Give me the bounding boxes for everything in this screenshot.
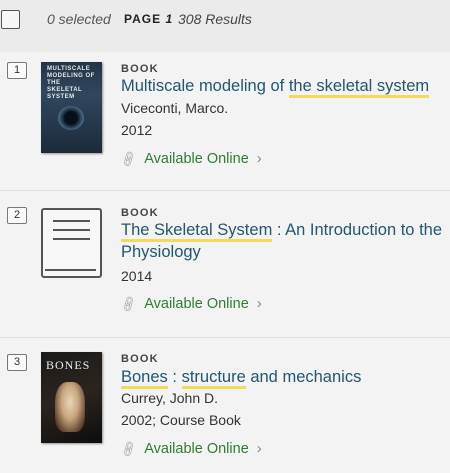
chevron-right-icon: ›	[256, 295, 262, 312]
result-title-link[interactable]: Bones : structure and mechanics	[121, 366, 362, 389]
link-icon: 🔗︎	[118, 438, 139, 459]
results-count: 308 Results	[178, 11, 252, 27]
book-placeholder-icon[interactable]	[41, 208, 102, 278]
availability-link[interactable]: 🔗︎ Available Online ›	[118, 293, 262, 314]
availability-text: Available Online	[144, 440, 249, 457]
title-text: and mechanics	[245, 368, 362, 386]
result-date: 2002; Course Book	[121, 412, 241, 428]
title-text: : An Introduction to the	[272, 221, 443, 239]
cover-art	[55, 382, 85, 432]
result-item: 2 BOOK The Skeletal System : An Introduc…	[0, 191, 450, 337]
book-cover-image[interactable]: MULTISCALE MODELING OF THE SKELETAL SYST…	[41, 62, 102, 153]
result-date: 2012	[121, 122, 153, 138]
cover-title: BONES	[46, 358, 91, 372]
title-text-line2: Physiology	[121, 243, 201, 261]
resource-type: BOOK	[121, 353, 159, 365]
result-author: Currey, John D.	[121, 390, 218, 406]
resource-type: BOOK	[121, 207, 159, 219]
result-item: 3 BONES BOOK Bones : structure and mecha…	[0, 338, 450, 473]
result-index: 2	[7, 207, 27, 224]
title-highlight: Bones	[121, 368, 168, 389]
result-title-link[interactable]: Multiscale modeling of the skeletal syst…	[121, 75, 430, 98]
title-highlight: The Skeletal System	[121, 221, 273, 242]
result-title-link[interactable]: The Skeletal System : An Introduction to…	[121, 219, 442, 263]
title-text: Multiscale modeling of	[121, 77, 289, 95]
results-toolbar: 0 selected PAGE 1 308 Results	[0, 0, 450, 52]
chevron-right-icon: ›	[256, 440, 262, 457]
title-highlight: the skeletal system	[288, 77, 430, 98]
title-highlight: structure	[181, 368, 246, 389]
chevron-right-icon: ›	[256, 150, 262, 167]
link-icon: 🔗︎	[118, 148, 139, 169]
cover-title: MULTISCALE MODELING OF THE SKELETAL SYST…	[47, 66, 95, 100]
page-label: PAGE	[124, 12, 162, 26]
title-text: :	[167, 368, 182, 386]
availability-text: Available Online	[144, 150, 249, 167]
availability-text: Available Online	[144, 295, 249, 312]
result-index: 1	[7, 62, 27, 79]
availability-link[interactable]: 🔗︎ Available Online ›	[118, 148, 262, 169]
result-item: 1 MULTISCALE MODELING OF THE SKELETAL SY…	[0, 52, 450, 190]
link-icon: 🔗︎	[118, 293, 139, 314]
selected-count: 0 selected	[47, 11, 111, 27]
availability-link[interactable]: 🔗︎ Available Online ›	[118, 438, 262, 459]
page-number: 1	[165, 12, 174, 26]
result-date: 2014	[121, 268, 153, 284]
page-indicator: PAGE 1	[124, 12, 173, 26]
book-cover-image[interactable]: BONES	[41, 352, 102, 443]
result-index: 3	[7, 354, 27, 371]
resource-type: BOOK	[121, 63, 159, 75]
select-all-checkbox[interactable]	[1, 10, 20, 29]
result-author: Viceconti, Marco.	[121, 100, 229, 116]
cover-art	[58, 106, 84, 130]
